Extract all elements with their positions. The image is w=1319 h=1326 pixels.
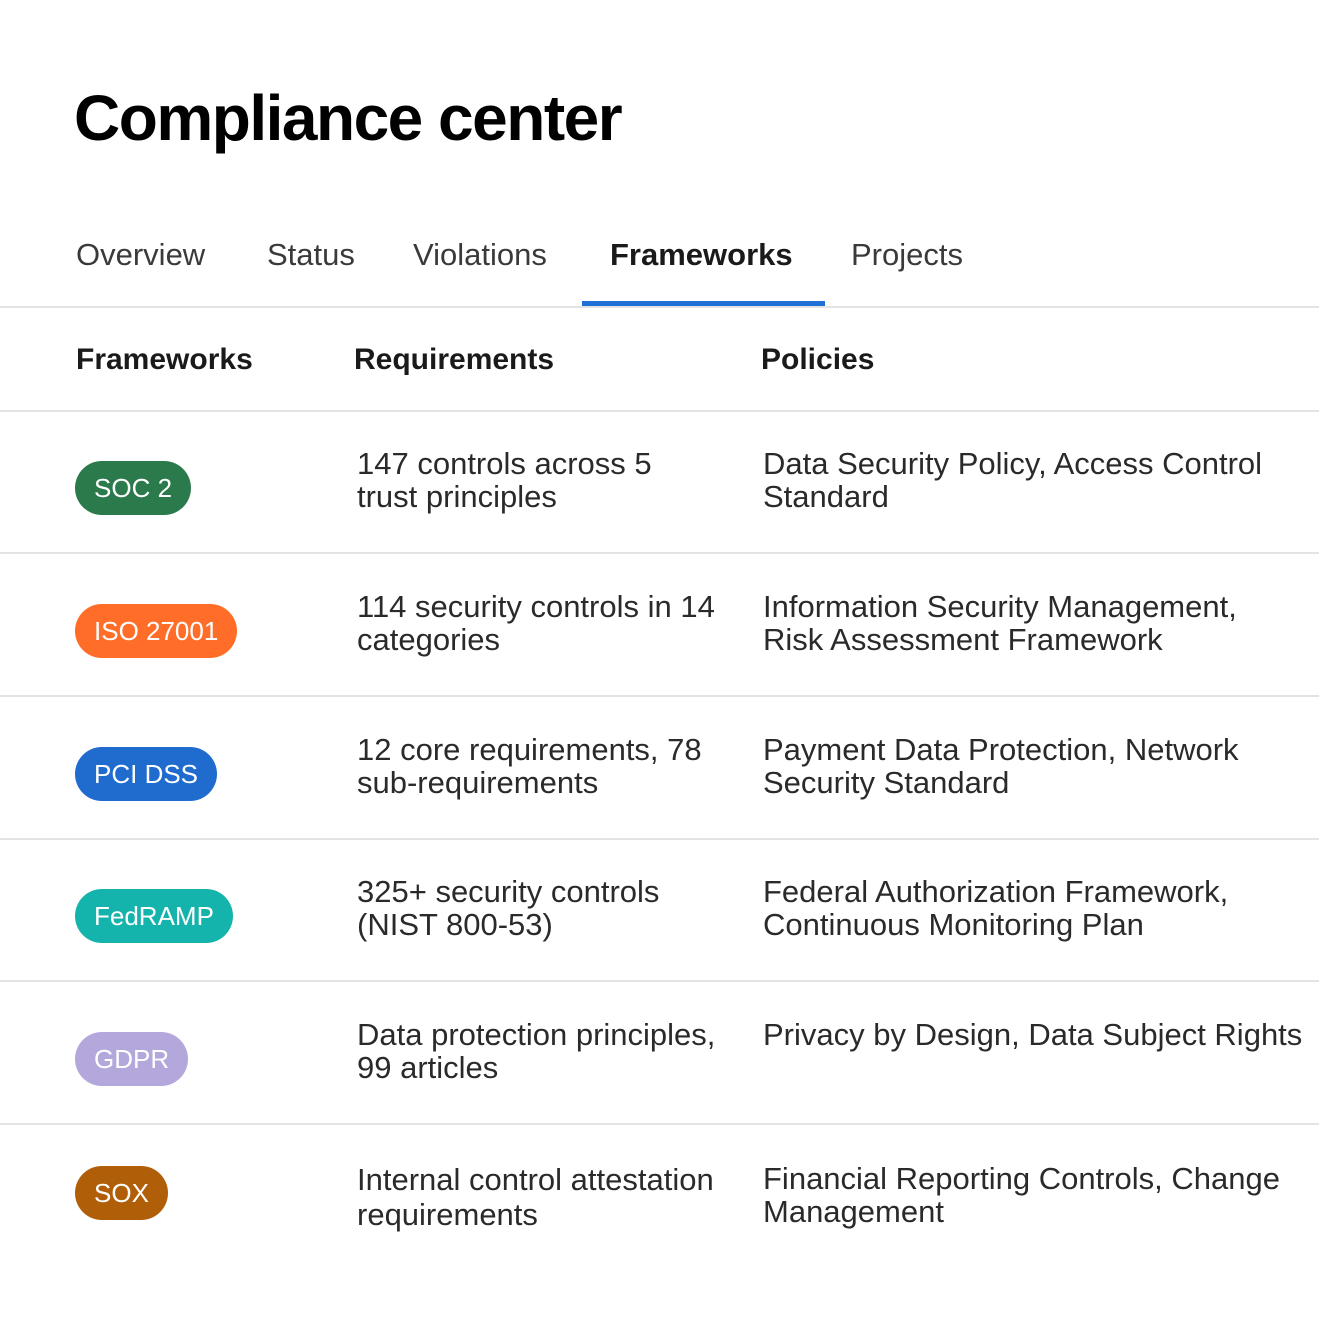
- requirements-cell: 114 security controls in 14 categories: [357, 589, 715, 657]
- table-row[interactable]: PCI DSS 12 core requirements, 78 sub-req…: [0, 697, 1319, 840]
- tab-status[interactable]: Status: [267, 218, 355, 306]
- table-row[interactable]: ISO 27001 114 security controls in 14 ca…: [0, 554, 1319, 697]
- framework-badge-sox[interactable]: SOX: [75, 1166, 168, 1220]
- framework-badge-gdpr[interactable]: GDPR: [75, 1032, 189, 1086]
- tab-bar: Overview Status Violations Frameworks Pr…: [0, 218, 1319, 308]
- requirements-cell: 325+ security controls (NIST 800-53): [357, 874, 660, 942]
- framework-badge-fedramp[interactable]: FedRAMP: [75, 889, 233, 943]
- table-row[interactable]: FedRAMP 325+ security controls (NIST 800…: [0, 839, 1319, 982]
- framework-badge-iso27001[interactable]: ISO 27001: [75, 604, 238, 658]
- policies-cell: Privacy by Design, Data Subject Rights: [763, 1017, 1303, 1052]
- table-header: Frameworks Requirements Policies: [0, 308, 1319, 412]
- tab-frameworks[interactable]: Frameworks: [610, 218, 793, 306]
- requirements-cell: Data protection principles, 99 articles: [357, 1017, 716, 1085]
- requirements-cell: 147 controls across 5 trust principles: [357, 446, 652, 514]
- table-row[interactable]: SOX Internal control attestation require…: [0, 1124, 1319, 1304]
- framework-badge-soc2[interactable]: SOC 2: [75, 461, 192, 515]
- framework-badge-pci-dss[interactable]: PCI DSS: [75, 747, 218, 801]
- tab-projects[interactable]: Projects: [851, 218, 963, 306]
- tab-violations[interactable]: Violations: [413, 218, 547, 306]
- table-row[interactable]: GDPR Data protection principles, 99 arti…: [0, 982, 1319, 1125]
- page-title: Compliance center: [74, 82, 623, 154]
- policies-cell: Payment Data Protection, Network Securit…: [763, 732, 1239, 800]
- column-header-requirements[interactable]: Requirements: [354, 308, 554, 412]
- tab-overview[interactable]: Overview: [76, 218, 205, 306]
- table-row[interactable]: SOC 2 147 controls across 5 trust princi…: [0, 411, 1319, 554]
- policies-cell: Federal Authorization Framework, Continu…: [763, 874, 1229, 942]
- policies-cell: Financial Reporting Controls, Change Man…: [763, 1161, 1280, 1229]
- requirements-cell: 12 core requirements, 78 sub-requirement…: [357, 732, 702, 800]
- requirements-cell: Internal control attestation requirement…: [357, 1162, 714, 1232]
- column-header-frameworks[interactable]: Frameworks: [76, 308, 253, 412]
- active-tab-indicator: [582, 301, 825, 306]
- column-header-policies[interactable]: Policies: [761, 308, 874, 412]
- policies-cell: Information Security Management, Risk As…: [763, 589, 1237, 657]
- policies-cell: Data Security Policy, Access Control Sta…: [763, 446, 1263, 514]
